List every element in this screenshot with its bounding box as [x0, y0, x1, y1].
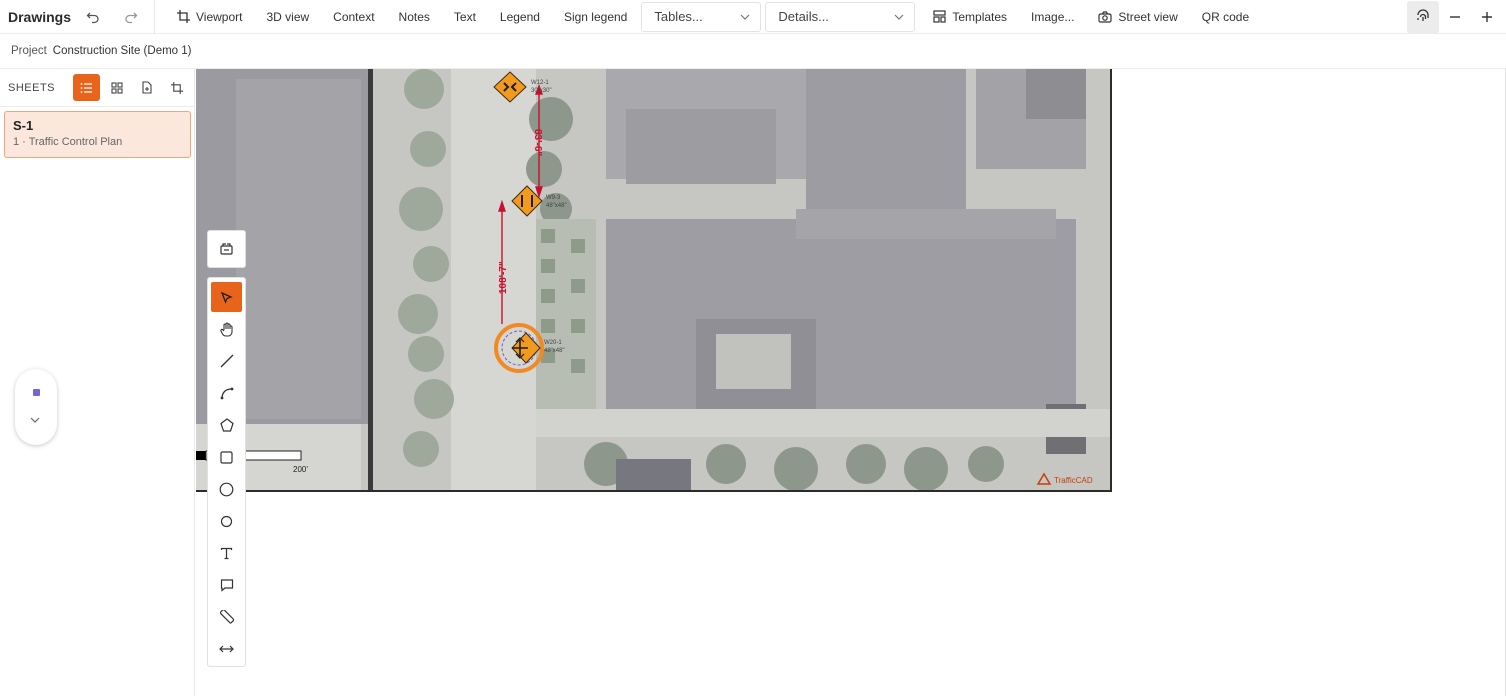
select-tool[interactable] [211, 282, 242, 312]
text-button[interactable]: Text [442, 0, 488, 34]
small-circle-icon [220, 515, 233, 527]
sheet-subtitle: 1 · Traffic Control Plan [13, 136, 123, 148]
dimension-label-top: 83'-6" [532, 129, 543, 156]
template-icon [933, 10, 946, 23]
notes-button[interactable]: Notes [387, 0, 442, 34]
project-bar: Project Construction Site (Demo 1) [0, 34, 1506, 69]
list-view-icon[interactable] [73, 74, 101, 101]
sign-size-w20-1: 48"x48" [544, 348, 565, 354]
redo-icon[interactable] [118, 4, 144, 30]
details-dropdown-value: Details... [778, 9, 829, 24]
project-name[interactable]: Construction Site (Demo 1) [53, 45, 192, 57]
image-button[interactable]: Image... [1019, 0, 1086, 34]
layers-icon [220, 243, 233, 255]
drawing-canvas[interactable]: 200' 83'-6" 108'-7" W12-1 30"x30" W9-3 4… [196, 69, 1506, 696]
viewport-label: Viewport [196, 9, 243, 24]
double-arrow-icon [219, 645, 234, 653]
sheet-code: S-1 [13, 118, 34, 133]
3d-view-button[interactable]: 3D view [254, 0, 321, 34]
viewport-button[interactable]: Viewport [165, 0, 254, 34]
callout-tool[interactable] [211, 570, 242, 600]
qr-code-label: QR code [1201, 9, 1250, 24]
ruler-icon [219, 610, 234, 624]
layers-button[interactable] [207, 230, 246, 268]
pentagon-icon [219, 418, 234, 432]
dimension-tool[interactable] [211, 634, 242, 664]
circle-icon [219, 482, 234, 496]
sign-size-w9-3: 48"x48" [546, 203, 567, 209]
pan-tool[interactable] [211, 314, 242, 344]
legend-label: Legend [499, 9, 540, 24]
text-label: Text [453, 9, 476, 24]
context-label: Context [333, 9, 375, 24]
small-circle-tool[interactable] [211, 506, 242, 536]
sign-code-w20-1: W20-1 [544, 340, 562, 346]
templates-button[interactable]: Templates [921, 0, 1019, 34]
text-icon [220, 547, 233, 559]
sheets-header: SHEETS [0, 69, 194, 107]
fingerprint-icon[interactable] [1407, 1, 1439, 33]
view-controls [1407, 0, 1506, 34]
street-view-button[interactable]: Street view [1086, 0, 1189, 34]
curve-icon [220, 387, 233, 400]
notes-label: Notes [398, 9, 430, 24]
arc-tool[interactable] [211, 378, 242, 408]
zoom-in-icon[interactable] [1471, 1, 1503, 33]
layer-dot-icon [33, 389, 40, 396]
project-label: Project [11, 45, 47, 57]
divider [154, 0, 155, 34]
grid-view-icon[interactable] [103, 74, 130, 101]
attribution-text: TrafficCAD [1054, 476, 1093, 485]
details-dropdown[interactable]: Details... [765, 1, 916, 32]
dimension-label-mid: 108'-7" [498, 261, 509, 294]
sign-legend-label: Sign legend [563, 9, 628, 24]
layer-selector[interactable] [15, 369, 57, 445]
line-tool[interactable] [211, 346, 242, 376]
text-tool[interactable] [211, 538, 242, 568]
crop-icon [177, 10, 190, 23]
hand-icon [219, 321, 233, 337]
aerial-map[interactable]: 200' 83'-6" 108'-7" W12-1 30"x30" W9-3 4… [196, 69, 1112, 492]
tables-dropdown[interactable]: Tables... [641, 1, 762, 32]
sign-code-w9-3: W9-3 [546, 195, 561, 201]
crop-sheet-icon[interactable] [163, 74, 190, 101]
sheet-item[interactable]: S-1 1 · Traffic Control Plan [4, 111, 191, 158]
legend-button[interactable]: Legend [488, 0, 552, 34]
sign-code-w12-1: W12-1 [531, 80, 549, 86]
measure-tool[interactable] [211, 602, 242, 632]
sign-legend-button[interactable]: Sign legend [552, 0, 639, 34]
top-toolbar: Drawings Viewport 3D view Context Notes … [0, 0, 1506, 34]
zoom-out-icon[interactable] [1439, 1, 1471, 33]
sheets-sidebar: SHEETS S-1 1 · Traffic Control Plan [0, 69, 195, 696]
pointer-icon [220, 291, 233, 304]
circle-tool[interactable] [211, 474, 242, 504]
add-sheet-icon[interactable] [133, 74, 160, 101]
polygon-tool[interactable] [211, 410, 242, 440]
context-button[interactable]: Context [321, 0, 386, 34]
drawing-toolbox [207, 277, 246, 667]
tables-dropdown-value: Tables... [654, 9, 703, 24]
3d-view-label: 3D view [266, 9, 310, 24]
scale-label: 200' [293, 465, 308, 474]
sheets-heading: SHEETS [8, 81, 56, 94]
image-label: Image... [1031, 9, 1075, 24]
line-icon [220, 354, 233, 368]
camera-icon [1098, 10, 1113, 23]
chevron-down-icon[interactable] [29, 416, 41, 424]
square-icon [220, 450, 233, 464]
chevron-down-icon [894, 14, 904, 20]
qr-code-button[interactable]: QR code [1190, 0, 1261, 34]
app-title: Drawings [8, 8, 72, 25]
undo-icon[interactable] [80, 4, 106, 30]
chevron-down-icon [740, 14, 750, 20]
rectangle-tool[interactable] [211, 442, 242, 472]
sign-size-w12-1: 30"x30" [531, 88, 552, 94]
street-view-label: Street view [1118, 9, 1178, 24]
templates-label: Templates [952, 9, 1008, 24]
speech-bubble-icon [220, 579, 233, 592]
